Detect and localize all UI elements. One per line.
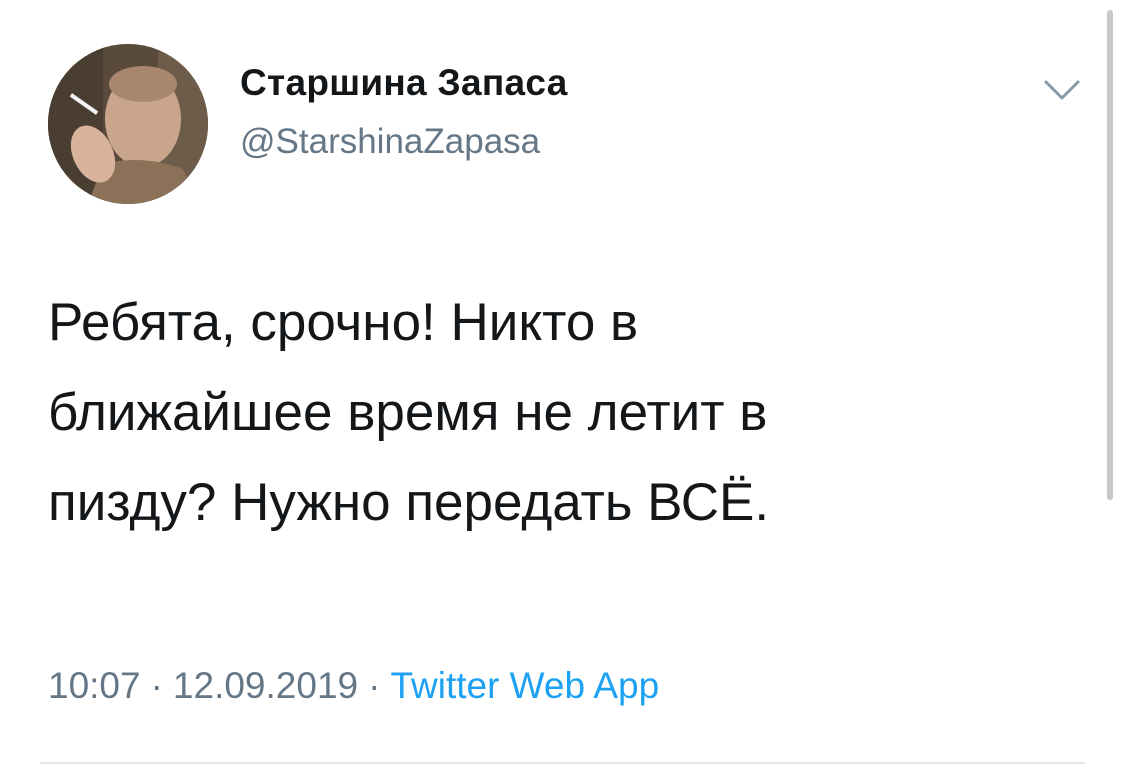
tweet-text: Ребята, срочно! Никто в ближайшее время … — [48, 278, 1048, 548]
tweet-line: Ребята, срочно! Никто в — [48, 293, 639, 352]
separator: · — [368, 665, 381, 706]
tweet-line: ближайшее время не летит в — [48, 383, 768, 442]
user-handle[interactable]: @StarshinaZapasa — [240, 122, 540, 162]
avatar[interactable] — [48, 44, 208, 204]
tweet-time[interactable]: 10:07 — [48, 665, 141, 706]
tweet-line: пизду? Нужно передать ВСЁ. — [48, 473, 770, 532]
tweet-date[interactable]: 12.09.2019 — [173, 665, 358, 706]
chevron-down-icon[interactable] — [1040, 72, 1084, 108]
profile-photo — [48, 44, 208, 204]
tweet-source-link[interactable]: Twitter Web App — [390, 665, 659, 706]
tweet-meta: 10:07 · 12.09.2019 · Twitter Web App — [48, 665, 659, 707]
display-name[interactable]: Старшина Запаса — [240, 62, 568, 104]
divider — [40, 762, 1085, 764]
separator: · — [150, 665, 163, 706]
scrollbar[interactable] — [1107, 10, 1113, 500]
